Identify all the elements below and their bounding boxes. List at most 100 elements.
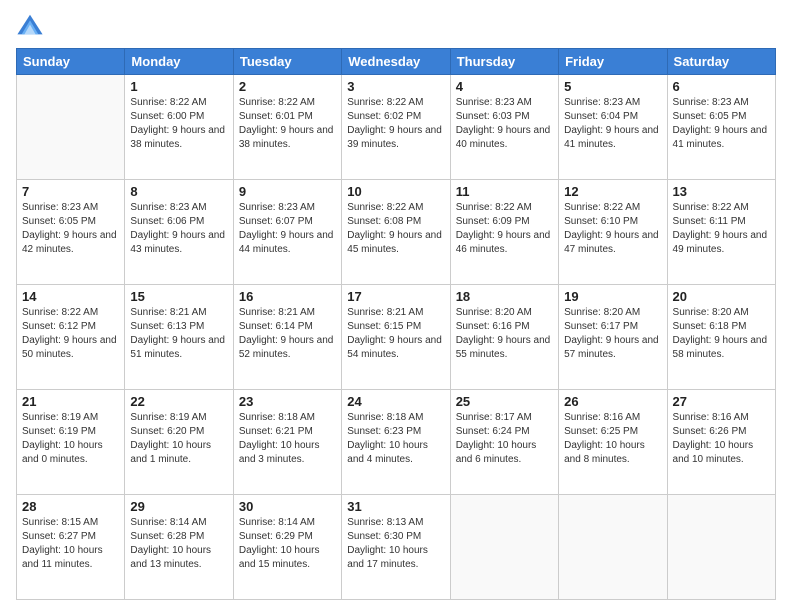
- day-cell: [450, 495, 558, 600]
- day-cell: 13 Sunrise: 8:22 AMSunset: 6:11 PMDayligh…: [667, 180, 775, 285]
- day-info: Sunrise: 8:22 AMSunset: 6:09 PMDaylight:…: [456, 201, 553, 257]
- day-number: 4: [456, 79, 553, 94]
- day-cell: 28Sunrise: 8:15 AMSunset: 6:27 PMDayligh…: [17, 495, 125, 600]
- header-day-tuesday: Tuesday: [233, 49, 341, 75]
- day-info: Sunrise: 8:17 AMSunset: 6:24 PMDaylight:…: [456, 411, 553, 467]
- day-number: 20: [673, 289, 770, 304]
- day-number: 19: [564, 289, 661, 304]
- day-cell: 4Sunrise: 8:23 AMSunset: 6:03 PMDaylight…: [450, 75, 558, 180]
- day-cell: [667, 495, 775, 600]
- day-info: Sunrise: 8:22 AMSunset: 6:10 PMDaylight:…: [564, 201, 661, 257]
- day-cell: 6 Sunrise: 8:23 AMSunset: 6:05 PMDaylight…: [667, 75, 775, 180]
- day-number: 26: [564, 394, 661, 409]
- day-number: 14: [22, 289, 119, 304]
- day-number: 6: [673, 79, 770, 94]
- day-number: 1: [130, 79, 227, 94]
- day-cell: 18 Sunrise: 8:20 AMSunset: 6:16 PMDayligh…: [450, 285, 558, 390]
- day-info: Sunrise: 8:14 AMSunset: 6:29 PMDaylight:…: [239, 516, 336, 572]
- week-row-3: 14 Sunrise: 8:22 AMSunset: 6:12 PMDayligh…: [17, 285, 776, 390]
- day-cell: 19 Sunrise: 8:20 AMSunset: 6:17 PMDayligh…: [559, 285, 667, 390]
- day-number: 28: [22, 499, 119, 514]
- day-number: 12: [564, 184, 661, 199]
- day-number: 2: [239, 79, 336, 94]
- day-cell: 20 Sunrise: 8:20 AMSunset: 6:18 PMDayligh…: [667, 285, 775, 390]
- day-number: 17: [347, 289, 444, 304]
- week-row-4: 21 Sunrise: 8:19 AMSunset: 6:19 PMDayligh…: [17, 390, 776, 495]
- day-cell: 26 Sunrise: 8:16 AMSunset: 6:25 PMDayligh…: [559, 390, 667, 495]
- day-cell: 1Sunrise: 8:22 AMSunset: 6:00 PMDaylight…: [125, 75, 233, 180]
- day-info: Sunrise: 8:19 AMSunset: 6:20 PMDaylight:…: [130, 411, 227, 467]
- day-cell: 9 Sunrise: 8:23 AMSunset: 6:07 PMDaylight…: [233, 180, 341, 285]
- day-info: Sunrise: 8:21 AMSunset: 6:13 PMDaylight:…: [130, 306, 227, 362]
- day-number: 10: [347, 184, 444, 199]
- day-cell: 3 Sunrise: 8:22 AMSunset: 6:02 PMDaylight…: [342, 75, 450, 180]
- day-info: Sunrise: 8:22 AMSunset: 6:08 PMDaylight:…: [347, 201, 444, 257]
- day-number: 16: [239, 289, 336, 304]
- header-day-wednesday: Wednesday: [342, 49, 450, 75]
- week-row-5: 28Sunrise: 8:15 AMSunset: 6:27 PMDayligh…: [17, 495, 776, 600]
- header-day-saturday: Saturday: [667, 49, 775, 75]
- header-day-friday: Friday: [559, 49, 667, 75]
- day-number: 21: [22, 394, 119, 409]
- header: [16, 12, 776, 40]
- day-cell: 23Sunrise: 8:18 AMSunset: 6:21 PMDayligh…: [233, 390, 341, 495]
- day-info: Sunrise: 8:22 AMSunset: 6:01 PMDaylight:…: [239, 96, 336, 152]
- day-info: Sunrise: 8:16 AMSunset: 6:25 PMDaylight:…: [564, 411, 661, 467]
- day-info: Sunrise: 8:20 AMSunset: 6:16 PMDaylight:…: [456, 306, 553, 362]
- day-cell: 16Sunrise: 8:21 AMSunset: 6:14 PMDayligh…: [233, 285, 341, 390]
- day-number: 31: [347, 499, 444, 514]
- day-number: 29: [130, 499, 227, 514]
- page: SundayMondayTuesdayWednesdayThursdayFrid…: [0, 0, 792, 612]
- day-info: Sunrise: 8:18 AMSunset: 6:23 PMDaylight:…: [347, 411, 444, 467]
- day-number: 27: [673, 394, 770, 409]
- day-info: Sunrise: 8:23 AMSunset: 6:05 PMDaylight:…: [22, 201, 119, 257]
- header-day-monday: Monday: [125, 49, 233, 75]
- day-cell: 5 Sunrise: 8:23 AMSunset: 6:04 PMDaylight…: [559, 75, 667, 180]
- day-info: Sunrise: 8:23 AMSunset: 6:07 PMDaylight:…: [239, 201, 336, 257]
- day-info: Sunrise: 8:18 AMSunset: 6:21 PMDaylight:…: [239, 411, 336, 467]
- day-info: Sunrise: 8:21 AMSunset: 6:15 PMDaylight:…: [347, 306, 444, 362]
- day-cell: 17 Sunrise: 8:21 AMSunset: 6:15 PMDayligh…: [342, 285, 450, 390]
- day-number: 8: [130, 184, 227, 199]
- header-row: SundayMondayTuesdayWednesdayThursdayFrid…: [17, 49, 776, 75]
- day-number: 18: [456, 289, 553, 304]
- day-number: 5: [564, 79, 661, 94]
- day-cell: 25Sunrise: 8:17 AMSunset: 6:24 PMDayligh…: [450, 390, 558, 495]
- day-info: Sunrise: 8:23 AMSunset: 6:04 PMDaylight:…: [564, 96, 661, 152]
- day-info: Sunrise: 8:22 AMSunset: 6:11 PMDaylight:…: [673, 201, 770, 257]
- logo: [16, 12, 48, 40]
- day-number: 7: [22, 184, 119, 199]
- day-number: 13: [673, 184, 770, 199]
- day-cell: [17, 75, 125, 180]
- day-number: 24: [347, 394, 444, 409]
- header-day-thursday: Thursday: [450, 49, 558, 75]
- day-cell: 12 Sunrise: 8:22 AMSunset: 6:10 PMDayligh…: [559, 180, 667, 285]
- day-cell: 15Sunrise: 8:21 AMSunset: 6:13 PMDayligh…: [125, 285, 233, 390]
- day-cell: 11 Sunrise: 8:22 AMSunset: 6:09 PMDayligh…: [450, 180, 558, 285]
- day-info: Sunrise: 8:22 AMSunset: 6:02 PMDaylight:…: [347, 96, 444, 152]
- day-info: Sunrise: 8:20 AMSunset: 6:18 PMDaylight:…: [673, 306, 770, 362]
- day-number: 30: [239, 499, 336, 514]
- day-cell: 21 Sunrise: 8:19 AMSunset: 6:19 PMDayligh…: [17, 390, 125, 495]
- day-info: Sunrise: 8:19 AMSunset: 6:19 PMDaylight:…: [22, 411, 119, 467]
- week-row-2: 7 Sunrise: 8:23 AMSunset: 6:05 PMDaylight…: [17, 180, 776, 285]
- day-info: Sunrise: 8:14 AMSunset: 6:28 PMDaylight:…: [130, 516, 227, 572]
- day-info: Sunrise: 8:16 AMSunset: 6:26 PMDaylight:…: [673, 411, 770, 467]
- calendar-table: SundayMondayTuesdayWednesdayThursdayFrid…: [16, 48, 776, 600]
- day-info: Sunrise: 8:23 AMSunset: 6:05 PMDaylight:…: [673, 96, 770, 152]
- day-cell: 10 Sunrise: 8:22 AMSunset: 6:08 PMDayligh…: [342, 180, 450, 285]
- day-cell: 7 Sunrise: 8:23 AMSunset: 6:05 PMDaylight…: [17, 180, 125, 285]
- day-cell: 8 Sunrise: 8:23 AMSunset: 6:06 PMDaylight…: [125, 180, 233, 285]
- day-cell: [559, 495, 667, 600]
- day-number: 3: [347, 79, 444, 94]
- day-number: 11: [456, 184, 553, 199]
- day-number: 9: [239, 184, 336, 199]
- day-info: Sunrise: 8:23 AMSunset: 6:06 PMDaylight:…: [130, 201, 227, 257]
- day-info: Sunrise: 8:20 AMSunset: 6:17 PMDaylight:…: [564, 306, 661, 362]
- day-cell: 29 Sunrise: 8:14 AMSunset: 6:28 PMDayligh…: [125, 495, 233, 600]
- calendar-header: SundayMondayTuesdayWednesdayThursdayFrid…: [17, 49, 776, 75]
- week-row-1: 1Sunrise: 8:22 AMSunset: 6:00 PMDaylight…: [17, 75, 776, 180]
- day-cell: 22Sunrise: 8:19 AMSunset: 6:20 PMDayligh…: [125, 390, 233, 495]
- day-cell: 31Sunrise: 8:13 AMSunset: 6:30 PMDayligh…: [342, 495, 450, 600]
- day-info: Sunrise: 8:22 AMSunset: 6:12 PMDaylight:…: [22, 306, 119, 362]
